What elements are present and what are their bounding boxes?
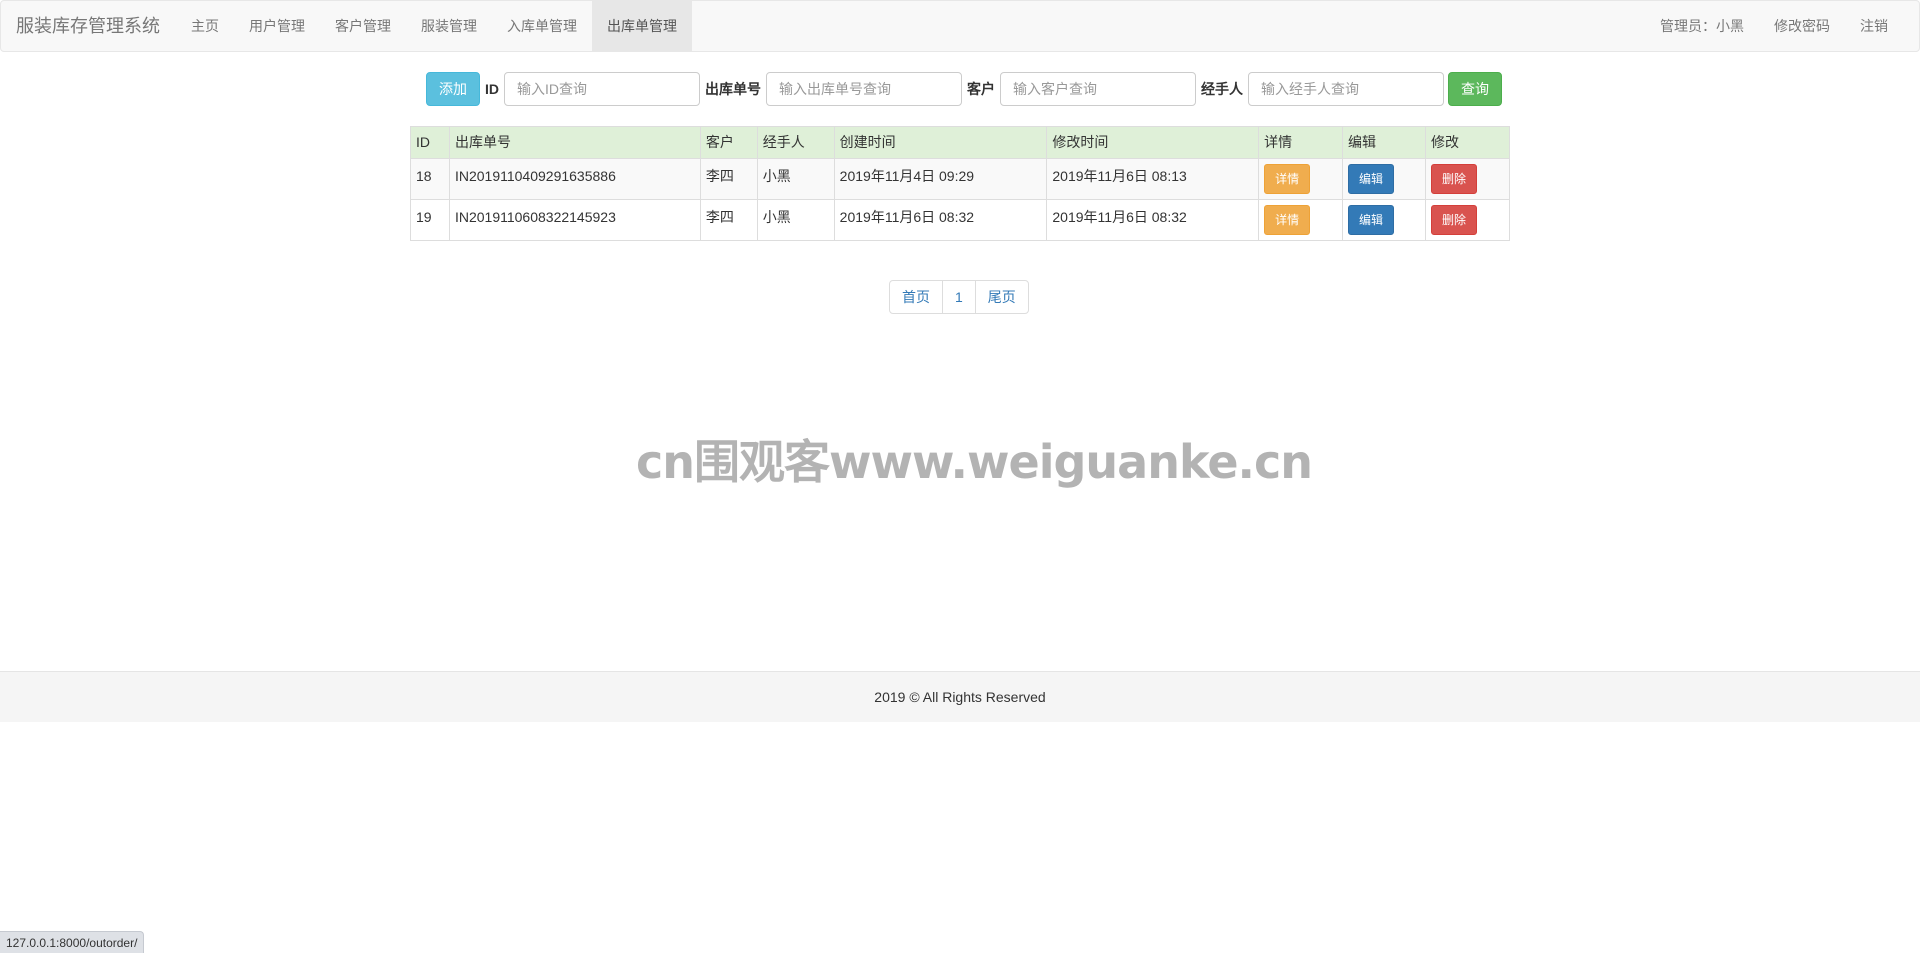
customer-search-input[interactable] xyxy=(1000,72,1196,106)
first-page-link[interactable]: 首页 xyxy=(889,280,943,314)
column-header-id: ID xyxy=(410,126,450,159)
nav-user-menu: 管理员：小黑 修改密码 注销 xyxy=(1645,1,1903,51)
status-bar-url: 127.0.0.1:8000/outorder/ xyxy=(0,931,145,953)
edit-button[interactable]: 编辑 xyxy=(1348,205,1395,235)
delete-button[interactable]: 删除 xyxy=(1430,205,1477,235)
id-label: ID xyxy=(485,81,499,97)
nav-item-clothing-management[interactable]: 服装管理 xyxy=(406,1,492,51)
footer-copyright: 2019 © All Rights Reserved xyxy=(874,689,1046,705)
outbound-order-table-container: ID 出库单号 客户 经手人 创建时间 修改时间 详情 编辑 修改 18 IN2… xyxy=(410,126,1511,241)
cell-order-number: IN2019110608322145923 xyxy=(448,199,701,241)
table-row: 18 IN2019110409291635886 李四 小黑 2019年11月4… xyxy=(410,158,1511,200)
column-header-modify: 修改 xyxy=(1424,126,1511,159)
pagination: 首页 1 尾页 xyxy=(889,280,1029,314)
customer-label: 客户 xyxy=(967,81,995,97)
nav-item-inbound-order-management[interactable]: 入库单管理 xyxy=(492,1,592,51)
nav-item-home[interactable]: 主页 xyxy=(176,1,234,51)
column-header-detail: 详情 xyxy=(1258,126,1344,159)
table-row: 19 IN2019110608322145923 李四 小黑 2019年11月6… xyxy=(410,199,1511,241)
cell-created-time: 2019年11月6日 08:32 xyxy=(833,199,1048,241)
brand-title[interactable]: 服装库存管理系统 xyxy=(16,1,160,51)
cell-id: 19 xyxy=(410,199,450,241)
query-button[interactable]: 查询 xyxy=(1448,72,1502,106)
cell-edit: 编辑 xyxy=(1342,199,1426,241)
cell-modified-time: 2019年11月6日 08:32 xyxy=(1046,199,1260,241)
cell-id: 18 xyxy=(410,158,450,200)
table-header-row: ID 出库单号 客户 经手人 创建时间 修改时间 详情 编辑 修改 xyxy=(410,126,1511,159)
nav-item-outbound-order-management[interactable]: 出库单管理 xyxy=(592,1,692,51)
page-footer: 2019 © All Rights Reserved xyxy=(0,671,1920,722)
order-number-search-input[interactable] xyxy=(766,72,962,106)
cell-order-number: IN2019110409291635886 xyxy=(448,158,701,200)
last-page-link[interactable]: 尾页 xyxy=(974,280,1029,314)
column-header-modified-time: 修改时间 xyxy=(1046,126,1260,159)
handler-label: 经手人 xyxy=(1201,81,1243,97)
cell-customer: 李四 xyxy=(699,158,758,200)
column-header-customer: 客户 xyxy=(699,126,758,159)
logout-link[interactable]: 注销 xyxy=(1845,1,1903,51)
handler-search-input[interactable] xyxy=(1248,72,1444,106)
edit-button[interactable]: 编辑 xyxy=(1348,164,1395,194)
cell-detail: 详情 xyxy=(1258,158,1344,200)
cell-customer: 李四 xyxy=(699,199,758,241)
top-navbar: 服装库存管理系统 主页 用户管理 客户管理 服装管理 入库单管理 出库单管理 管… xyxy=(0,0,1920,52)
add-button[interactable]: 添加 xyxy=(426,72,480,106)
cell-delete: 删除 xyxy=(1424,158,1511,200)
column-header-edit: 编辑 xyxy=(1342,126,1426,159)
cell-handler: 小黑 xyxy=(756,199,835,241)
watermark-text: cn围观客www.weiguanke.cn xyxy=(636,435,1313,489)
cell-handler: 小黑 xyxy=(756,158,835,200)
cell-delete: 删除 xyxy=(1424,199,1511,241)
cell-created-time: 2019年11月4日 09:29 xyxy=(833,158,1048,200)
nav-item-user-management[interactable]: 用户管理 xyxy=(234,1,320,51)
column-header-order-number: 出库单号 xyxy=(448,126,701,159)
nav-item-customer-management[interactable]: 客户管理 xyxy=(320,1,406,51)
id-search-input[interactable] xyxy=(504,72,700,106)
column-header-created-time: 创建时间 xyxy=(833,126,1048,159)
order-number-label: 出库单号 xyxy=(705,81,761,97)
delete-button[interactable]: 删除 xyxy=(1430,164,1477,194)
page-number-link[interactable]: 1 xyxy=(942,280,976,314)
cell-detail: 详情 xyxy=(1258,199,1344,241)
cell-edit: 编辑 xyxy=(1342,158,1426,200)
outbound-order-table: ID 出库单号 客户 经手人 创建时间 修改时间 详情 编辑 修改 18 IN2… xyxy=(410,126,1511,241)
change-password-link[interactable]: 修改密码 xyxy=(1759,1,1845,51)
nav-menu: 主页 用户管理 客户管理 服装管理 入库单管理 出库单管理 xyxy=(176,1,692,51)
column-header-handler: 经手人 xyxy=(756,126,835,159)
search-form: 添加 ID 出库单号 客户 经手人 查询 xyxy=(426,72,1502,106)
admin-user-link[interactable]: 管理员：小黑 xyxy=(1645,1,1759,51)
detail-button[interactable]: 详情 xyxy=(1264,164,1311,194)
detail-button[interactable]: 详情 xyxy=(1264,205,1311,235)
cell-modified-time: 2019年11月6日 08:13 xyxy=(1046,158,1260,200)
